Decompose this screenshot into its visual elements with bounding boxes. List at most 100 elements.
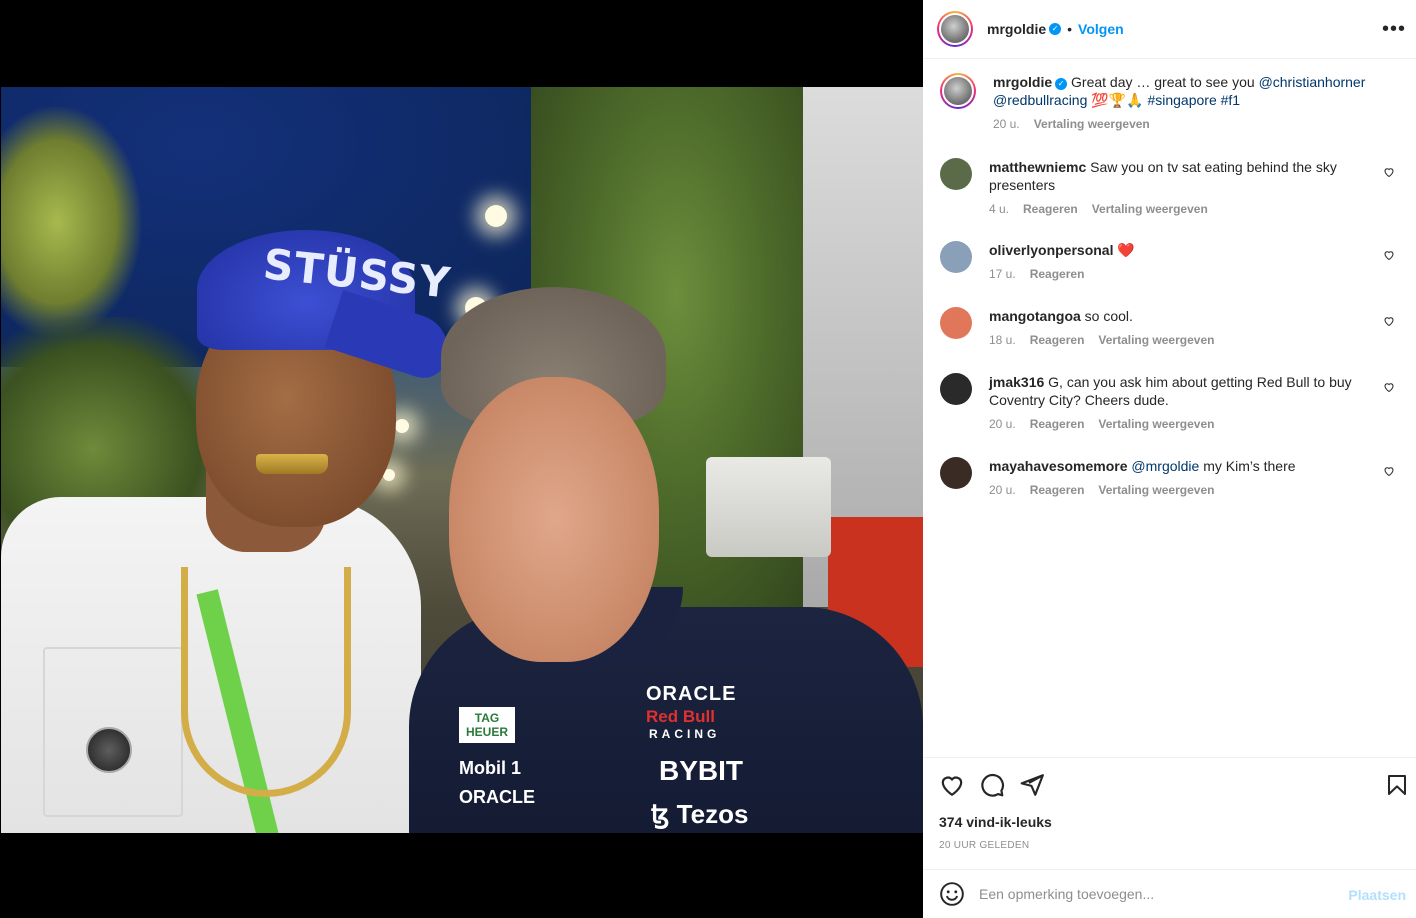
comment-item: oliverlyonpersonal ❤️ 17 u. Reageren bbox=[940, 241, 1400, 283]
comment-username[interactable]: matthewniemc bbox=[989, 159, 1086, 175]
comment-time[interactable]: 20 u. bbox=[989, 415, 1016, 433]
redbull-logo: Red Bull bbox=[646, 707, 715, 726]
caption-username[interactable]: mrgoldie bbox=[993, 74, 1052, 90]
add-comment-bar: Plaatsen bbox=[923, 869, 1416, 918]
comment-body: mangotangoa so cool. 18 u. Reageren Vert… bbox=[989, 307, 1369, 349]
commenter-avatar[interactable] bbox=[940, 241, 972, 273]
hashtag-link[interactable]: #singapore bbox=[1147, 92, 1216, 108]
comment-item: mangotangoa so cool. 18 u. Reageren Vert… bbox=[940, 307, 1400, 349]
posted-time[interactable]: 20 UUR GELEDEN bbox=[939, 840, 1029, 851]
hashtag-link[interactable]: #f1 bbox=[1221, 92, 1240, 108]
comment-meta: 20 u. Reageren Vertaling weergeven bbox=[989, 481, 1369, 499]
oracle-logo-small: ORACLE bbox=[459, 787, 535, 807]
pocket-pin bbox=[86, 727, 132, 773]
mention-link[interactable]: @mrgoldie bbox=[1131, 458, 1199, 474]
commenter-avatar[interactable] bbox=[940, 158, 972, 190]
translate-link[interactable]: Vertaling weergeven bbox=[1034, 115, 1150, 133]
comment-item: matthewniemc Saw you on tv sat eating be… bbox=[940, 158, 1400, 218]
caption-emojis: 💯🏆🙏 bbox=[1091, 92, 1144, 108]
comment-body: matthewniemc Saw you on tv sat eating be… bbox=[989, 158, 1369, 218]
post-dialog: STÜSSY ORACLE Red Bull RACING TAG HEUER … bbox=[0, 0, 1416, 918]
post-photo[interactable]: STÜSSY ORACLE Red Bull RACING TAG HEUER … bbox=[1, 87, 923, 833]
follow-button[interactable]: Volgen bbox=[1078, 21, 1124, 37]
commenter-avatar[interactable] bbox=[940, 457, 972, 489]
comment-text: my Kim’s there bbox=[1203, 458, 1296, 474]
caption-meta: 20 u. Vertaling weergeven bbox=[993, 115, 1373, 133]
more-options-icon[interactable]: ••• bbox=[1382, 18, 1406, 41]
comment-item: mayahavesomemore @mrgoldie my Kim’s ther… bbox=[940, 457, 1400, 499]
likes-count[interactable]: 374 vind-ik-leuks bbox=[939, 814, 1052, 830]
author-avatar[interactable] bbox=[937, 11, 973, 47]
reply-link[interactable]: Reageren bbox=[1030, 481, 1085, 499]
ac-unit bbox=[706, 457, 831, 557]
reply-link[interactable]: Reageren bbox=[1030, 415, 1085, 433]
like-comment-icon[interactable] bbox=[1383, 315, 1395, 327]
like-comment-icon[interactable] bbox=[1383, 249, 1395, 261]
comment-icon[interactable] bbox=[979, 772, 1005, 798]
comment-input[interactable] bbox=[979, 886, 1339, 902]
share-icon[interactable] bbox=[1019, 772, 1045, 798]
like-icon[interactable] bbox=[939, 772, 965, 798]
post-comment-button[interactable]: Plaatsen bbox=[1348, 887, 1406, 903]
translate-link[interactable]: Vertaling weergeven bbox=[1092, 200, 1208, 218]
side-panel: mrgoldie ✓ • Volgen ••• mrgoldie ✓ Great … bbox=[923, 0, 1416, 918]
reply-link[interactable]: Reageren bbox=[1023, 200, 1078, 218]
caption: mrgoldie ✓ Great day … great to see you @… bbox=[940, 73, 1400, 133]
comment-username[interactable]: mayahavesomemore bbox=[989, 458, 1128, 474]
comment-text: G, can you ask him about getting Red Bul… bbox=[989, 374, 1352, 408]
comment-time[interactable]: 17 u. bbox=[989, 265, 1016, 283]
reply-link[interactable]: Reageren bbox=[1030, 265, 1085, 283]
reply-link[interactable]: Reageren bbox=[1030, 331, 1085, 349]
comment-body: oliverlyonpersonal ❤️ 17 u. Reageren bbox=[989, 241, 1369, 283]
stadium-light bbox=[395, 419, 409, 433]
bybit-logo: BYBIT bbox=[659, 755, 743, 786]
author-username[interactable]: mrgoldie bbox=[987, 21, 1046, 37]
mention-link[interactable]: @redbullracing bbox=[993, 92, 1087, 108]
comment-text: ❤️ bbox=[1117, 242, 1135, 258]
mobil-logo: Mobil 1 bbox=[459, 758, 521, 778]
comment-item: jmak316 G, can you ask him about getting… bbox=[940, 373, 1400, 433]
media-pane: STÜSSY ORACLE Red Bull RACING TAG HEUER … bbox=[0, 0, 923, 918]
commenter-avatar[interactable] bbox=[940, 373, 972, 405]
comment-meta: 17 u. Reageren bbox=[989, 265, 1369, 283]
caption-avatar[interactable] bbox=[940, 73, 976, 109]
comment-username[interactable]: oliverlyonpersonal bbox=[989, 242, 1113, 258]
comment-meta: 18 u. Reageren Vertaling weergeven bbox=[989, 331, 1369, 349]
commenter-avatar[interactable] bbox=[940, 307, 972, 339]
caption-body: mrgoldie ✓ Great day … great to see you @… bbox=[993, 73, 1373, 133]
verified-badge-icon: ✓ bbox=[1049, 23, 1062, 35]
comment-body: mayahavesomemore @mrgoldie my Kim’s ther… bbox=[989, 457, 1369, 499]
comment-time[interactable]: 4 u. bbox=[989, 200, 1009, 218]
translate-link[interactable]: Vertaling weergeven bbox=[1098, 481, 1214, 499]
emoji-icon[interactable] bbox=[939, 881, 965, 907]
comment-body: jmak316 G, can you ask him about getting… bbox=[989, 373, 1369, 433]
comment-meta: 4 u. Reageren Vertaling weergeven bbox=[989, 200, 1369, 218]
stadium-light bbox=[485, 205, 507, 227]
translate-link[interactable]: Vertaling weergeven bbox=[1098, 331, 1214, 349]
oracle-logo: ORACLE bbox=[646, 683, 737, 705]
comment-text: so cool. bbox=[1084, 308, 1133, 324]
mention-link[interactable]: @christianhorner bbox=[1259, 74, 1366, 90]
like-comment-icon[interactable] bbox=[1383, 166, 1395, 178]
caption-time[interactable]: 20 u. bbox=[993, 115, 1020, 133]
bookmark-icon[interactable] bbox=[1385, 772, 1409, 798]
post-header: mrgoldie ✓ • Volgen ••• bbox=[923, 0, 1416, 59]
gold-teeth bbox=[256, 454, 328, 474]
palm-tree bbox=[1, 107, 141, 337]
separator-dot: • bbox=[1067, 21, 1073, 37]
comments-list[interactable]: mrgoldie ✓ Great day … great to see you @… bbox=[923, 60, 1416, 757]
comment-meta: 20 u. Reageren Vertaling weergeven bbox=[989, 415, 1369, 433]
comment-username[interactable]: mangotangoa bbox=[989, 308, 1081, 324]
comment-username[interactable]: jmak316 bbox=[989, 374, 1044, 390]
racing-logo: RACING bbox=[649, 727, 721, 741]
verified-badge-icon: ✓ bbox=[1055, 78, 1068, 90]
like-comment-icon[interactable] bbox=[1383, 381, 1395, 393]
like-comment-icon[interactable] bbox=[1383, 465, 1395, 477]
gold-chain bbox=[181, 567, 351, 797]
comment-time[interactable]: 18 u. bbox=[989, 331, 1016, 349]
caption-text: Great day … great to see you bbox=[1071, 74, 1255, 90]
tezos-logo: ꜩ Tezos bbox=[651, 799, 749, 829]
translate-link[interactable]: Vertaling weergeven bbox=[1098, 415, 1214, 433]
comment-time[interactable]: 20 u. bbox=[989, 481, 1016, 499]
tagheuer-logo: TAG HEUER bbox=[459, 707, 515, 743]
